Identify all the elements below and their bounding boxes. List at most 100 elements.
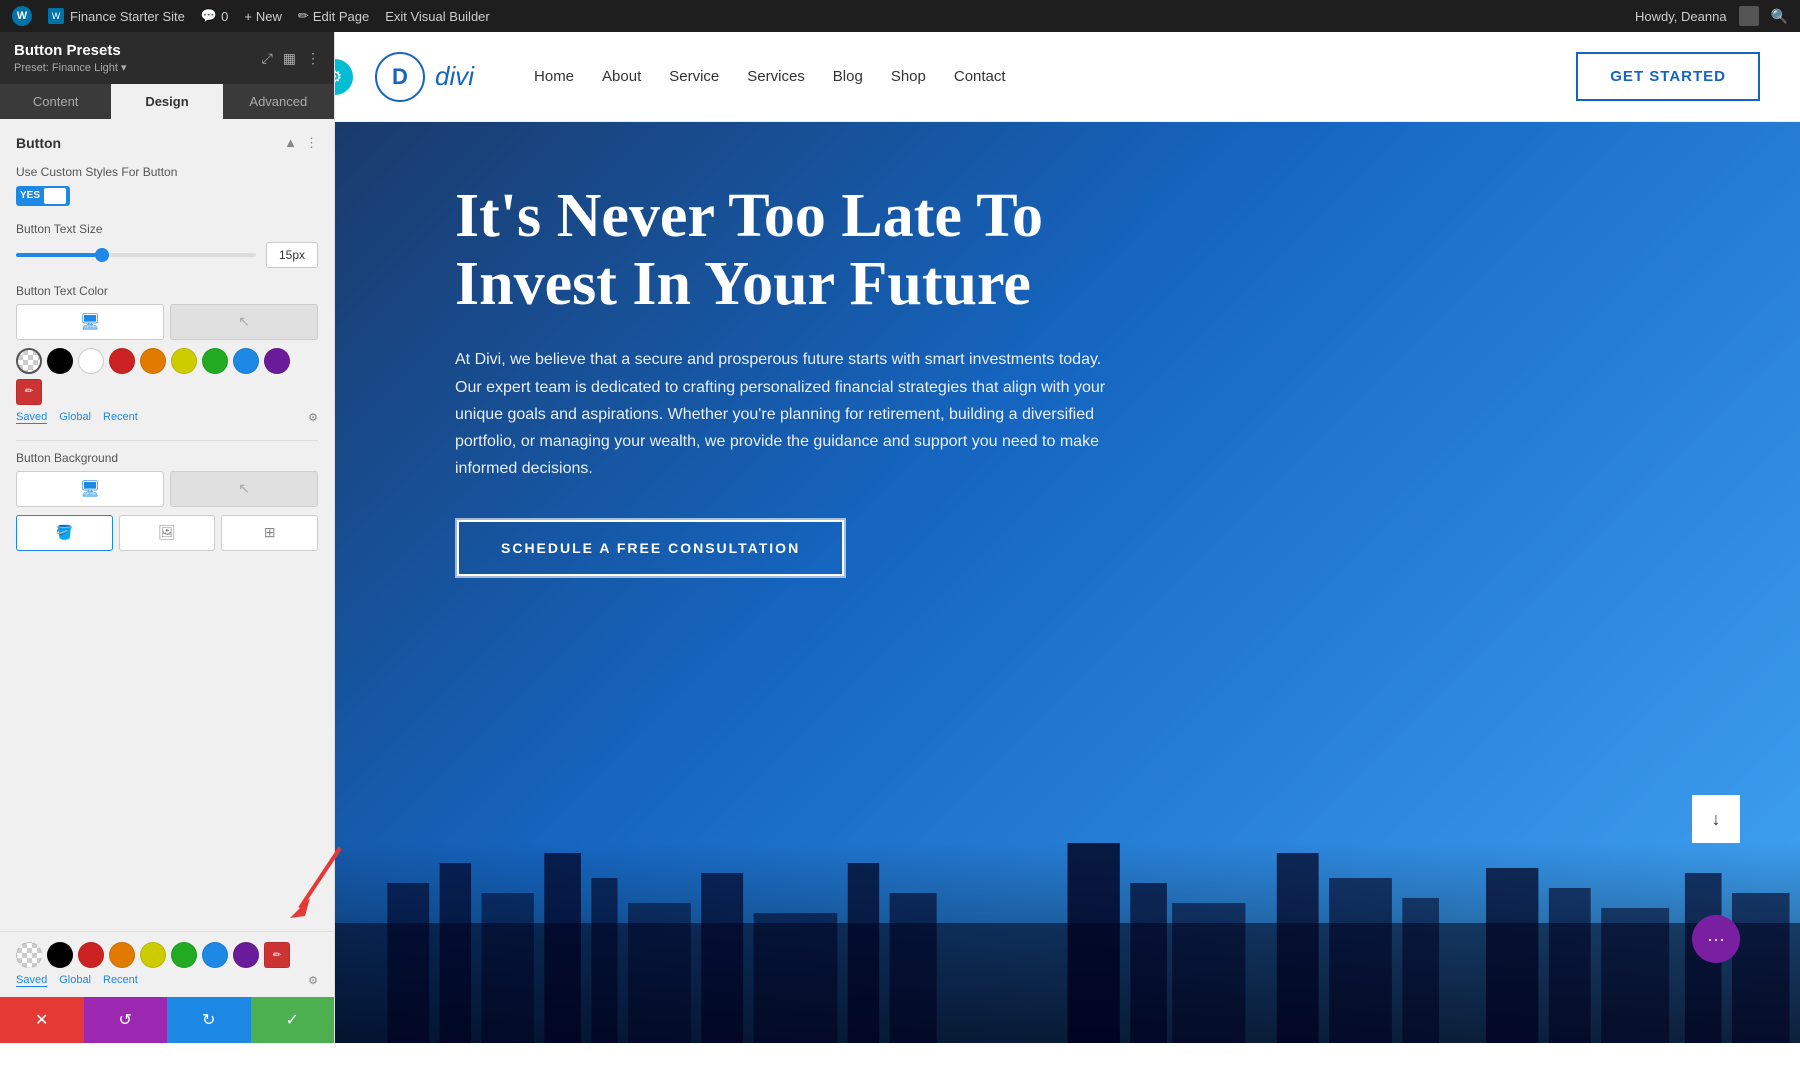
tab-advanced[interactable]: Advanced bbox=[223, 84, 334, 119]
text-size-slider-track[interactable] bbox=[16, 253, 256, 257]
down-arrow-button[interactable]: ↓ bbox=[1692, 795, 1740, 843]
text-size-label: Button Text Size bbox=[16, 222, 318, 236]
color-orange[interactable] bbox=[140, 348, 166, 374]
bottom-color-green[interactable] bbox=[171, 942, 197, 968]
bottom-color-black[interactable] bbox=[47, 942, 73, 968]
dots-menu-button[interactable]: ··· bbox=[1692, 915, 1740, 963]
bottom-color-red[interactable] bbox=[78, 942, 104, 968]
comments-link[interactable]: 💬 0 bbox=[201, 8, 228, 24]
text-color-swatch-arrow[interactable]: ↖ bbox=[170, 304, 318, 340]
bg-pattern-btn[interactable]: ⊞ bbox=[221, 515, 318, 551]
more-icon[interactable]: ⋮ bbox=[306, 50, 320, 67]
recent-tab[interactable]: Recent bbox=[103, 411, 138, 424]
pattern-icon: ⊞ bbox=[264, 524, 276, 541]
main-layout: Button Presets Preset: Finance Light ▾ ⤢… bbox=[0, 32, 1800, 1043]
nav-about[interactable]: About bbox=[602, 68, 641, 85]
bottom-color-purple[interactable] bbox=[233, 942, 259, 968]
text-color-swatch-monitor[interactable]: 🖥 bbox=[16, 304, 164, 340]
cta-button-wrapper: SCHEDULE A FREE CONSULTATION bbox=[455, 518, 846, 578]
greeting-text: Howdy, Deanna bbox=[1635, 9, 1727, 24]
bottom-saved-tab[interactable]: Saved bbox=[16, 974, 47, 987]
bg-color-btn[interactable]: 🪣 bbox=[16, 515, 113, 551]
saved-tab[interactable]: Saved bbox=[16, 411, 47, 424]
get-started-button[interactable]: GET STARTED bbox=[1576, 52, 1760, 101]
section-more-icon[interactable]: ⋮ bbox=[305, 135, 318, 151]
site-logo[interactable]: D divi bbox=[375, 52, 474, 102]
search-icon[interactable]: 🔍 bbox=[1771, 8, 1788, 25]
edit-page-link[interactable]: ✏ Edit Page bbox=[298, 8, 369, 24]
redo-button[interactable]: ↻ bbox=[167, 997, 251, 1043]
color-green[interactable] bbox=[202, 348, 228, 374]
floating-teal-button[interactable]: ⚙ bbox=[335, 59, 353, 95]
bottom-palette-section: ✏ Saved Global Recent ⚙ bbox=[0, 931, 334, 997]
collapse-icon[interactable]: ▲ bbox=[284, 135, 297, 151]
background-label: Button Background bbox=[16, 451, 318, 465]
color-yellow[interactable] bbox=[171, 348, 197, 374]
new-link[interactable]: + New bbox=[244, 9, 282, 24]
panel-tabs: Content Design Advanced bbox=[0, 84, 334, 119]
color-transparent[interactable] bbox=[16, 348, 42, 374]
section-controls: ▲ ⋮ bbox=[284, 135, 318, 151]
color-purple[interactable] bbox=[264, 348, 290, 374]
custom-styles-field: Use Custom Styles For Button YES bbox=[16, 165, 318, 206]
nav-service[interactable]: Service bbox=[669, 68, 719, 85]
bottom-settings-icon[interactable]: ⚙ bbox=[308, 974, 318, 987]
cancel-button[interactable]: ✕ bbox=[0, 997, 84, 1043]
slider-fill bbox=[16, 253, 100, 257]
text-size-value[interactable]: 15px bbox=[266, 242, 318, 268]
undo-button[interactable]: ↺ bbox=[84, 997, 168, 1043]
custom-styles-toggle[interactable]: YES bbox=[16, 186, 70, 206]
custom-styles-label: Use Custom Styles For Button bbox=[16, 165, 318, 179]
save-button[interactable]: ✓ bbox=[251, 997, 335, 1043]
paint-bucket-icon: 🪣 bbox=[56, 524, 73, 541]
color-white[interactable] bbox=[78, 348, 104, 374]
hero-section: It's Never Too Late To Invest In Your Fu… bbox=[335, 122, 1800, 1043]
admin-site-name[interactable]: W Finance Starter Site bbox=[48, 8, 185, 24]
color-red[interactable] bbox=[109, 348, 135, 374]
user-avatar[interactable] bbox=[1739, 6, 1759, 26]
nav-shop[interactable]: Shop bbox=[891, 68, 926, 85]
exit-builder-link[interactable]: Exit Visual Builder bbox=[385, 9, 490, 24]
save-icon: ✓ bbox=[286, 1010, 299, 1030]
color-black[interactable] bbox=[47, 348, 73, 374]
bottom-color-yellow[interactable] bbox=[140, 942, 166, 968]
expand-icon[interactable]: ⤢ bbox=[262, 50, 273, 67]
bg-swatch-arrow[interactable]: ↖ bbox=[170, 471, 318, 507]
bottom-color-transparent[interactable] bbox=[16, 942, 42, 968]
wp-logo-icon[interactable]: W bbox=[12, 6, 32, 26]
pencil-icon: ✏ bbox=[298, 8, 309, 24]
hero-cta-button[interactable]: SCHEDULE A FREE CONSULTATION bbox=[457, 520, 844, 576]
slider-thumb[interactable] bbox=[95, 248, 109, 262]
bottom-color-orange[interactable] bbox=[109, 942, 135, 968]
color-pencil[interactable]: ✏ bbox=[16, 379, 42, 405]
nav-links: Home About Service Services Blog Shop Co… bbox=[534, 68, 1006, 85]
nav-contact[interactable]: Contact bbox=[954, 68, 1006, 85]
panel-content: Button ▲ ⋮ Use Custom Styles For Button … bbox=[0, 119, 334, 931]
tab-design[interactable]: Design bbox=[111, 84, 222, 119]
bg-image-btn[interactable]: 🖼 bbox=[119, 515, 216, 551]
bg-swatch-monitor[interactable]: 🖥 bbox=[16, 471, 164, 507]
tab-content[interactable]: Content bbox=[0, 84, 111, 119]
panel-header: Button Presets Preset: Finance Light ▾ ⤢… bbox=[0, 32, 334, 84]
bottom-color-pencil[interactable]: ✏ bbox=[264, 942, 290, 968]
logo-circle: D bbox=[375, 52, 425, 102]
color-blue[interactable] bbox=[233, 348, 259, 374]
text-color-label: Button Text Color bbox=[16, 284, 318, 298]
nav-blog[interactable]: Blog bbox=[833, 68, 863, 85]
nav-services[interactable]: Services bbox=[747, 68, 805, 85]
undo-icon: ↺ bbox=[119, 1010, 132, 1030]
bottom-global-tab[interactable]: Global bbox=[59, 974, 91, 987]
nav-home[interactable]: Home bbox=[534, 68, 574, 85]
hero-content: It's Never Too Late To Invest In Your Fu… bbox=[335, 122, 1235, 618]
grid-icon[interactable]: ▦ bbox=[283, 50, 296, 67]
plus-icon: + bbox=[244, 9, 252, 24]
bottom-color-blue[interactable] bbox=[202, 942, 228, 968]
background-field: Button Background 🖥 ↖ 🪣 🖼 bbox=[16, 451, 318, 551]
button-section-header: Button ▲ ⋮ bbox=[16, 135, 318, 151]
text-color-tabs: Saved Global Recent ⚙ bbox=[16, 411, 318, 424]
city-silhouette bbox=[335, 823, 1800, 1043]
global-tab[interactable]: Global bbox=[59, 411, 91, 424]
bottom-recent-tab[interactable]: Recent bbox=[103, 974, 138, 987]
color-settings-icon[interactable]: ⚙ bbox=[308, 411, 318, 424]
cancel-icon: ✕ bbox=[35, 1010, 48, 1030]
